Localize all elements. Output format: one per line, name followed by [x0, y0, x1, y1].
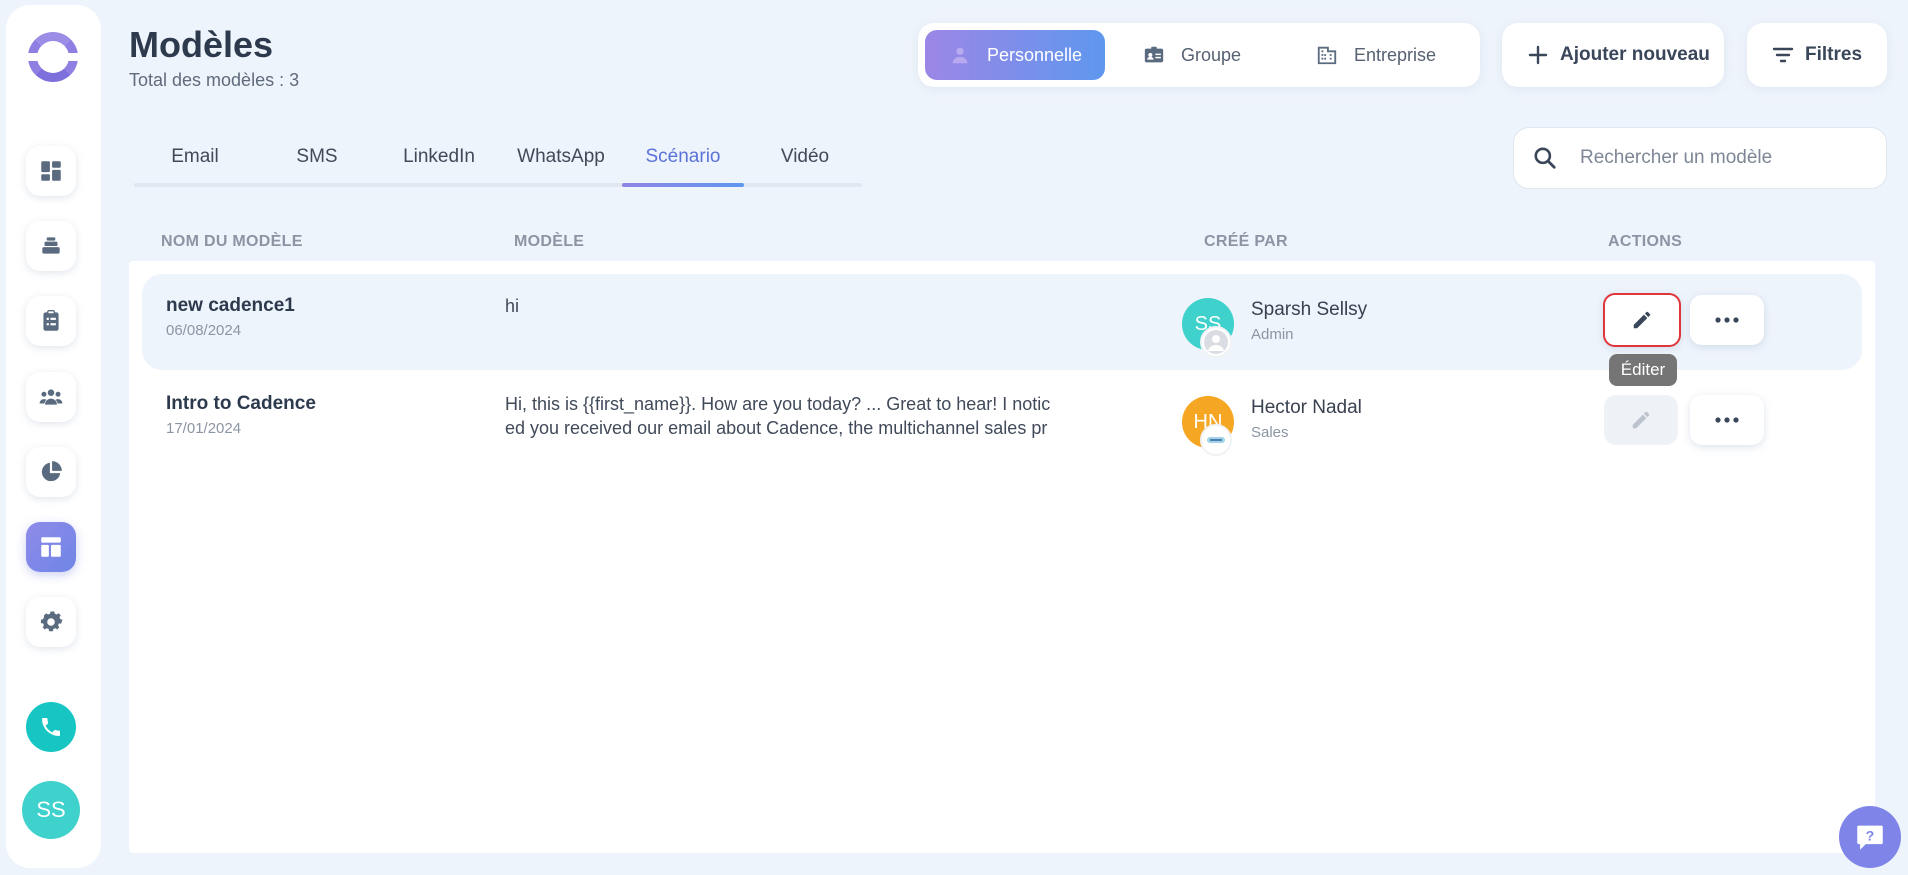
building-icon — [1317, 46, 1337, 65]
edit-tooltip: Éditer — [1609, 354, 1677, 386]
cadences-icon[interactable] — [26, 221, 76, 271]
template-preview: Hi, this is {{first_name}}. How are you … — [505, 394, 1051, 438]
column-header-created-by: CRÉÉ PAR — [1204, 233, 1288, 250]
svg-text:?: ? — [1866, 829, 1875, 845]
add-new-button[interactable]: Ajouter nouveau — [1502, 23, 1724, 87]
column-header-name: NOM DU MODÈLE — [161, 233, 303, 250]
help-chat-icon: ? — [1857, 825, 1883, 850]
search-input[interactable] — [1580, 147, 1860, 169]
table-row[interactable]: new cadence1 06/08/2024 hi SS Sparsh Sel… — [142, 274, 1862, 370]
pencil-icon — [1633, 311, 1651, 329]
creator-avatar: SS — [1182, 298, 1234, 358]
tasks-icon[interactable] — [26, 296, 76, 346]
phone-icon — [42, 718, 60, 736]
scope-personal[interactable]: Personnelle — [925, 30, 1105, 80]
ellipsis-icon — [1715, 317, 1739, 323]
tab-sms[interactable]: SMS — [256, 146, 378, 186]
filters-label: Filtres — [1805, 44, 1863, 65]
creator-name: Hector Nadal — [1251, 397, 1362, 418]
app-logo[interactable] — [25, 32, 81, 82]
filter-icon — [1772, 47, 1794, 63]
reports-pie-icon[interactable] — [26, 447, 76, 497]
phone-call-button[interactable] — [26, 702, 76, 752]
page-title: Modèles — [129, 24, 274, 65]
template-name: new cadence1 — [166, 295, 295, 316]
people-icon[interactable] — [26, 372, 76, 422]
search-box — [1513, 127, 1887, 189]
creator-avatar: HN — [1182, 396, 1234, 456]
tab-scenario[interactable]: Scénario — [622, 146, 744, 187]
dashboard-icon[interactable] — [26, 146, 76, 196]
column-header-model: MODÈLE — [514, 233, 585, 250]
creator-role: Admin — [1251, 326, 1294, 343]
scope-group-label: Groupe — [1181, 44, 1242, 65]
tab-whatsapp[interactable]: WhatsApp — [500, 146, 622, 186]
more-options-button[interactable] — [1690, 295, 1764, 345]
templates-icon[interactable] — [26, 522, 76, 572]
filters-button[interactable]: Filtres — [1747, 23, 1887, 87]
company-logo-icon — [1200, 424, 1232, 456]
tab-linkedin[interactable]: LinkedIn — [378, 146, 500, 186]
user-placeholder-icon — [1200, 326, 1232, 358]
template-preview: hi — [505, 296, 520, 316]
help-button[interactable]: ? — [1839, 806, 1901, 868]
column-header-actions: ACTIONS — [1608, 233, 1683, 250]
tab-video[interactable]: Vidéo — [744, 146, 866, 186]
scope-personal-label: Personnelle — [987, 44, 1083, 65]
person-icon — [952, 47, 968, 64]
table-row[interactable]: Intro to Cadence 17/01/2024 Hi, this is … — [142, 372, 1862, 468]
id-card-icon — [1144, 46, 1164, 63]
user-avatar[interactable]: SS — [22, 781, 80, 839]
sidebar: SS — [6, 5, 101, 868]
template-name: Intro to Cadence — [166, 393, 316, 414]
search-icon — [1534, 147, 1556, 169]
pencil-icon — [1632, 411, 1650, 429]
template-type-tabs: Email SMS LinkedIn WhatsApp Scénario Vid… — [134, 146, 862, 188]
plus-icon — [1528, 45, 1548, 65]
creator-role: Sales — [1251, 424, 1289, 441]
edit-button-disabled[interactable] — [1604, 395, 1678, 445]
scope-switcher: Personnelle Groupe Entreprise — [918, 23, 1480, 87]
settings-gear-icon[interactable] — [26, 597, 76, 647]
add-new-label: Ajouter nouveau — [1560, 44, 1710, 65]
scope-group[interactable]: Groupe — [1143, 30, 1283, 80]
more-options-button[interactable] — [1690, 395, 1764, 445]
template-date: 06/08/2024 — [166, 322, 242, 339]
creator-name: Sparsh Sellsy — [1251, 299, 1368, 320]
ellipsis-icon — [1715, 417, 1739, 423]
template-date: 17/01/2024 — [166, 420, 242, 437]
tab-email[interactable]: Email — [134, 146, 256, 186]
scope-company[interactable]: Entreprise — [1316, 30, 1466, 80]
edit-button[interactable] — [1603, 293, 1681, 347]
scope-company-label: Entreprise — [1354, 44, 1437, 65]
templates-count: Total des modèles : 3 — [129, 70, 300, 90]
